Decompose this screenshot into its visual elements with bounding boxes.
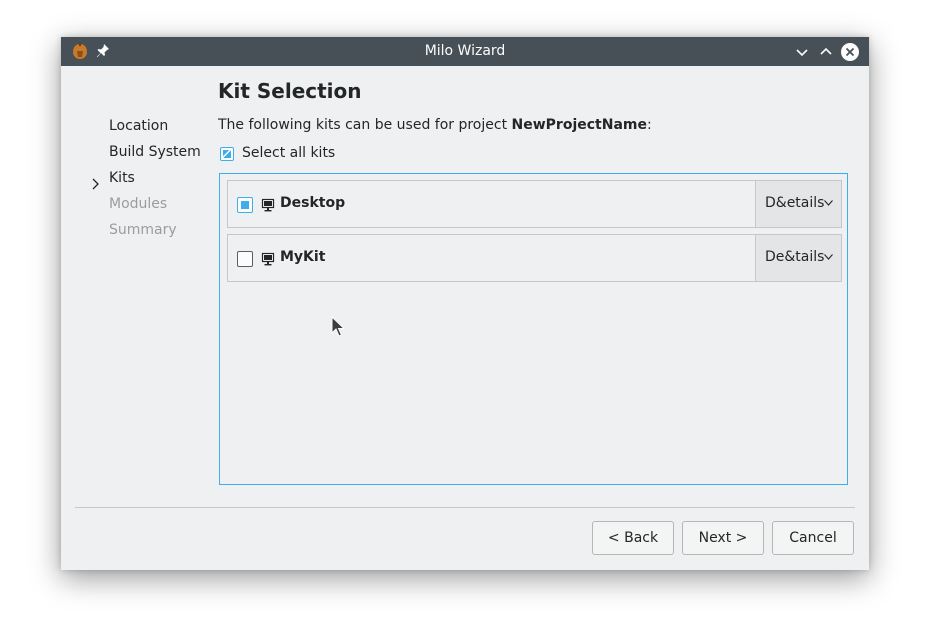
maximize-icon[interactable] [816,42,836,62]
step-summary: Summary [109,222,177,238]
wizard-window: Milo Wizard Location Build System Kits M… [61,37,869,570]
select-all-label: Select all kits [242,145,336,161]
details-button-mykit[interactable]: De&tails [755,235,841,281]
kit-row-mykit[interactable]: MyKit De&tails [227,234,842,282]
step-kits: Kits [109,170,135,186]
mouse-pointer-icon [331,316,345,337]
step-modules: Modules [109,196,168,212]
details-button-desktop[interactable]: D&etails [755,181,841,227]
monitor-icon [261,252,275,266]
pin-icon[interactable] [96,43,110,59]
step-location: Location [109,118,169,134]
next-button[interactable]: Next > [682,521,764,555]
kit-name-mykit: MyKit [280,249,326,265]
back-button[interactable]: < Back [592,521,674,555]
wizard-steps: Location Build System Kits Modules Summa… [61,66,211,506]
chevron-down-icon [824,200,833,206]
page-title: Kit Selection [218,79,362,103]
details-label-mykit: De&tails [765,249,825,265]
kit-row-desktop[interactable]: Desktop D&etails [227,180,842,228]
close-icon[interactable] [840,42,860,62]
select-all-check-icon[interactable] [220,147,234,161]
minimize-icon[interactable] [792,42,812,62]
intro-prefix: The following kits can be used for proje… [218,117,512,133]
kit-mykit-checkbox[interactable] [237,251,253,267]
monitor-icon [261,198,275,212]
title-bar[interactable]: Milo Wizard [61,37,869,66]
kit-list[interactable]: Desktop D&etails MyKit De&tails [219,173,848,485]
intro-suffix: : [646,117,652,133]
current-step-chevron-icon [92,178,99,190]
chevron-down-icon [824,254,833,260]
project-name: NewProjectName [511,117,647,133]
kit-name-desktop: Desktop [280,195,346,211]
footer-separator [75,507,855,508]
cancel-button[interactable]: Cancel [772,521,854,555]
window-title: Milo Wizard [424,43,506,59]
app-icon[interactable] [70,41,90,61]
step-build-system: Build System [109,144,201,160]
details-label-desktop: D&etails [765,195,825,211]
kit-desktop-checkbox[interactable] [237,197,253,213]
intro-text: The following kits can be used for proje… [218,117,652,133]
